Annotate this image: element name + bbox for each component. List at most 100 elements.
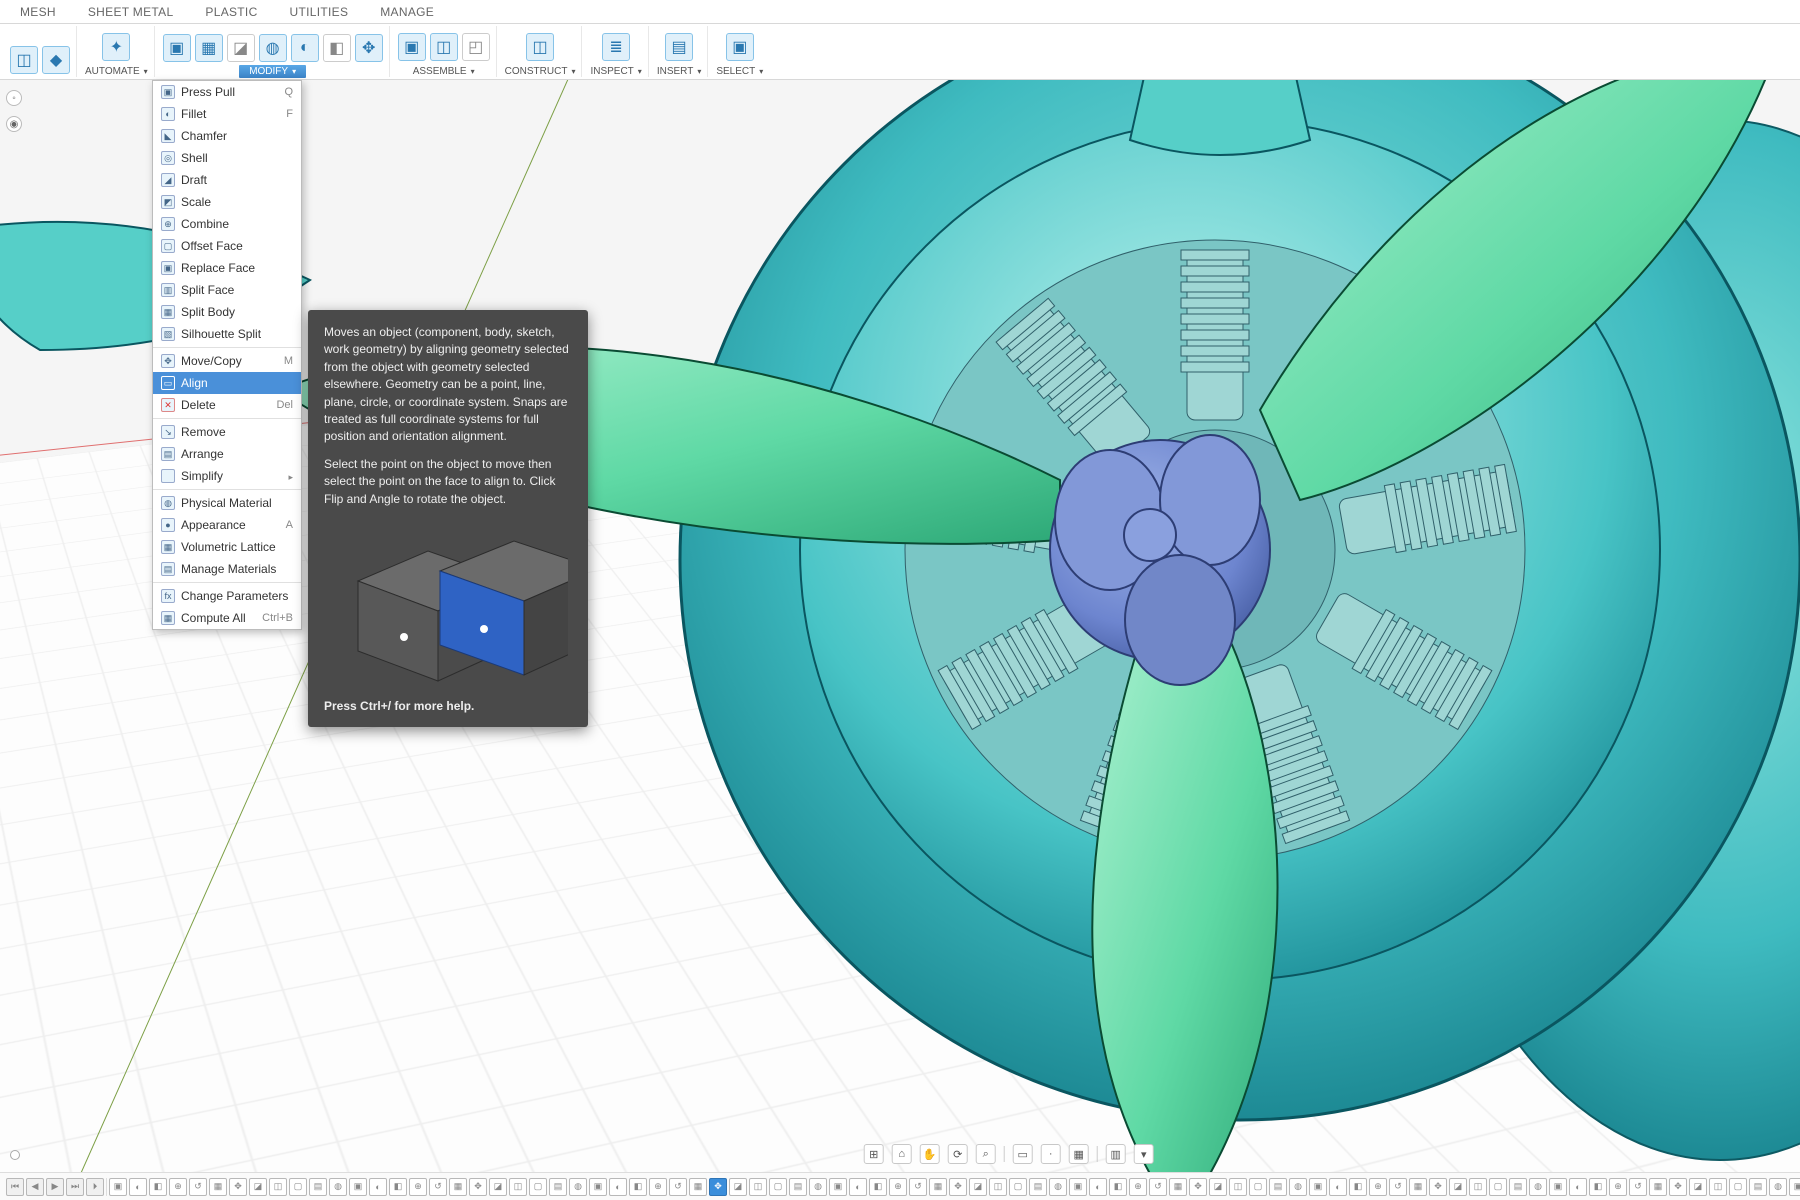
timeline-feature-node[interactable]: ⊕ bbox=[889, 1178, 907, 1196]
nav-tool-icon[interactable]: ⊞ bbox=[864, 1144, 884, 1164]
timeline-feature-node[interactable]: ▢ bbox=[289, 1178, 307, 1196]
menu-item-press-pull[interactable]: ▣Press PullQ bbox=[153, 81, 301, 103]
timeline-feature-node[interactable]: ◧ bbox=[149, 1178, 167, 1196]
timeline-feature-node[interactable]: ◪ bbox=[1449, 1178, 1467, 1196]
menu-item-fillet[interactable]: ◐FilletF bbox=[153, 103, 301, 125]
ribbon-tool-icon[interactable]: ◫ bbox=[430, 33, 458, 61]
timeline-feature-node[interactable]: ◍ bbox=[1529, 1178, 1547, 1196]
ribbon-tool-icon[interactable]: ◫ bbox=[526, 33, 554, 61]
ribbon-tool-icon[interactable]: ◍ bbox=[259, 34, 287, 62]
timeline-feature-node[interactable]: ◫ bbox=[509, 1178, 527, 1196]
ribbon-label-assemble[interactable]: ASSEMBLE bbox=[413, 66, 475, 77]
ribbon-tool-icon[interactable]: ✥ bbox=[355, 34, 383, 62]
timeline-feature-node[interactable]: ▢ bbox=[1729, 1178, 1747, 1196]
timeline-feature-node[interactable]: ◪ bbox=[969, 1178, 987, 1196]
timeline-feature-node[interactable]: ▢ bbox=[1249, 1178, 1267, 1196]
timeline-feature-node[interactable]: ▦ bbox=[1409, 1178, 1427, 1196]
timeline-feature-node[interactable]: ✥ bbox=[709, 1178, 727, 1196]
menu-item-remove[interactable]: ↘Remove bbox=[153, 421, 301, 443]
timeline-feature-node[interactable]: ⊕ bbox=[1369, 1178, 1387, 1196]
nav-tool-icon[interactable]: · bbox=[1041, 1144, 1061, 1164]
timeline-feature-node[interactable]: ◪ bbox=[489, 1178, 507, 1196]
timeline-strip[interactable]: ⏮◀▶⏭⏵▣◐◧⊕↺▦✥◪◫▢▤◍▣◐◧⊕↺▦✥◪◫▢▤◍▣◐◧⊕↺▦✥◪◫▢▤… bbox=[0, 1172, 1800, 1200]
timeline-feature-node[interactable]: ▦ bbox=[929, 1178, 947, 1196]
ribbon-tool-icon[interactable]: ▤ bbox=[665, 33, 693, 61]
nav-tool-icon[interactable]: ▭ bbox=[1013, 1144, 1033, 1164]
timeline-feature-node[interactable]: ◍ bbox=[1289, 1178, 1307, 1196]
ribbon-label-modify[interactable]: MODIFY bbox=[239, 65, 306, 78]
nav-tool-icon[interactable]: ✋ bbox=[920, 1144, 940, 1164]
timeline-feature-node[interactable]: ◧ bbox=[1589, 1178, 1607, 1196]
timeline-feature-node[interactable]: ✥ bbox=[1669, 1178, 1687, 1196]
timeline-feature-node[interactable]: ▤ bbox=[1749, 1178, 1767, 1196]
timeline-feature-node[interactable]: ◍ bbox=[809, 1178, 827, 1196]
menu-sheet-metal[interactable]: SHEET METAL bbox=[88, 5, 174, 19]
timeline-feature-node[interactable]: ▣ bbox=[1069, 1178, 1087, 1196]
timeline-feature-node[interactable]: ↺ bbox=[1389, 1178, 1407, 1196]
timeline-feature-node[interactable]: ▢ bbox=[529, 1178, 547, 1196]
timeline-feature-node[interactable]: ◐ bbox=[1329, 1178, 1347, 1196]
timeline-feature-node[interactable]: ◧ bbox=[1109, 1178, 1127, 1196]
menu-item-offset-face[interactable]: ▢Offset Face bbox=[153, 235, 301, 257]
timeline-feature-node[interactable]: ◍ bbox=[1049, 1178, 1067, 1196]
ribbon-tool-icon[interactable]: ▣ bbox=[398, 33, 426, 61]
timeline-feature-node[interactable]: ◐ bbox=[369, 1178, 387, 1196]
timeline-feature-node[interactable]: ▦ bbox=[209, 1178, 227, 1196]
timeline-feature-node[interactable]: ▣ bbox=[349, 1178, 367, 1196]
menu-item-appearance[interactable]: ●AppearanceA bbox=[153, 514, 301, 536]
menu-manage[interactable]: MANAGE bbox=[380, 5, 434, 19]
timeline-feature-node[interactable]: ↺ bbox=[429, 1178, 447, 1196]
timeline-feature-node[interactable]: ▤ bbox=[789, 1178, 807, 1196]
timeline-feature-node[interactable]: ◫ bbox=[1709, 1178, 1727, 1196]
timeline-feature-node[interactable]: ✥ bbox=[469, 1178, 487, 1196]
nav-tool-icon[interactable]: ▦ bbox=[1069, 1144, 1089, 1164]
ribbon-label-insert[interactable]: INSERT bbox=[657, 66, 702, 77]
timeline-feature-node[interactable]: ▢ bbox=[1489, 1178, 1507, 1196]
menu-item-align[interactable]: ▭Align bbox=[153, 372, 301, 394]
ribbon-tool-icon[interactable]: ◫ bbox=[10, 46, 38, 74]
timeline-feature-node[interactable]: ◍ bbox=[569, 1178, 587, 1196]
timeline-feature-node[interactable]: ◫ bbox=[989, 1178, 1007, 1196]
menu-item-physical-material[interactable]: ◍Physical Material bbox=[153, 492, 301, 514]
timeline-feature-node[interactable]: ⊕ bbox=[1129, 1178, 1147, 1196]
timeline-feature-node[interactable]: ▤ bbox=[309, 1178, 327, 1196]
menu-item-combine[interactable]: ⊕Combine bbox=[153, 213, 301, 235]
timeline-feature-node[interactable]: ▤ bbox=[1029, 1178, 1047, 1196]
timeline-feature-node[interactable]: ↺ bbox=[909, 1178, 927, 1196]
menu-item-change-parameters[interactable]: fxChange Parameters bbox=[153, 585, 301, 607]
timeline-feature-node[interactable]: ↺ bbox=[1149, 1178, 1167, 1196]
timeline-feature-node[interactable]: ⊕ bbox=[409, 1178, 427, 1196]
timeline-feature-node[interactable]: ◪ bbox=[249, 1178, 267, 1196]
timeline-feature-node[interactable]: ◫ bbox=[269, 1178, 287, 1196]
timeline-feature-node[interactable]: ▣ bbox=[109, 1178, 127, 1196]
timeline-feature-node[interactable]: ◐ bbox=[609, 1178, 627, 1196]
timeline-feature-node[interactable]: ◍ bbox=[329, 1178, 347, 1196]
menu-item-delete[interactable]: ✕DeleteDel bbox=[153, 394, 301, 416]
timeline-feature-node[interactable]: ▤ bbox=[1509, 1178, 1527, 1196]
ribbon-label-select[interactable]: SELECT bbox=[716, 66, 763, 77]
menu-item-split-body[interactable]: ▦Split Body bbox=[153, 301, 301, 323]
menu-item-manage-materials[interactable]: ▤Manage Materials bbox=[153, 558, 301, 580]
timeline-feature-node[interactable]: ▢ bbox=[1009, 1178, 1027, 1196]
timeline-feature-node[interactable]: ◫ bbox=[1469, 1178, 1487, 1196]
menu-item-scale[interactable]: ◩Scale bbox=[153, 191, 301, 213]
menu-item-shell[interactable]: ◎Shell bbox=[153, 147, 301, 169]
timeline-feature-node[interactable]: ▤ bbox=[1269, 1178, 1287, 1196]
timeline-feature-node[interactable]: ↺ bbox=[1629, 1178, 1647, 1196]
menu-item-volumetric-lattice[interactable]: ▦Volumetric Lattice bbox=[153, 536, 301, 558]
timeline-feature-node[interactable]: ◫ bbox=[749, 1178, 767, 1196]
timeline-feature-node[interactable]: ◍ bbox=[1769, 1178, 1787, 1196]
timeline-feature-node[interactable]: ▣ bbox=[589, 1178, 607, 1196]
menu-mesh[interactable]: MESH bbox=[20, 5, 56, 19]
ribbon-label-construct[interactable]: CONSTRUCT bbox=[505, 66, 576, 77]
timeline-feature-node[interactable]: ✥ bbox=[229, 1178, 247, 1196]
timeline-feature-node[interactable]: ◧ bbox=[389, 1178, 407, 1196]
nav-tool-icon[interactable]: ⟳ bbox=[948, 1144, 968, 1164]
timeline-feature-node[interactable]: ✥ bbox=[949, 1178, 967, 1196]
timeline-feature-node[interactable]: ⊕ bbox=[169, 1178, 187, 1196]
ribbon-tool-icon[interactable]: ▦ bbox=[195, 34, 223, 62]
ribbon-label-automate[interactable]: AUTOMATE bbox=[85, 66, 148, 77]
timeline-feature-node[interactable]: ▦ bbox=[689, 1178, 707, 1196]
menu-item-simplify[interactable]: Simplify bbox=[153, 465, 301, 487]
timeline-feature-node[interactable]: ◐ bbox=[1089, 1178, 1107, 1196]
